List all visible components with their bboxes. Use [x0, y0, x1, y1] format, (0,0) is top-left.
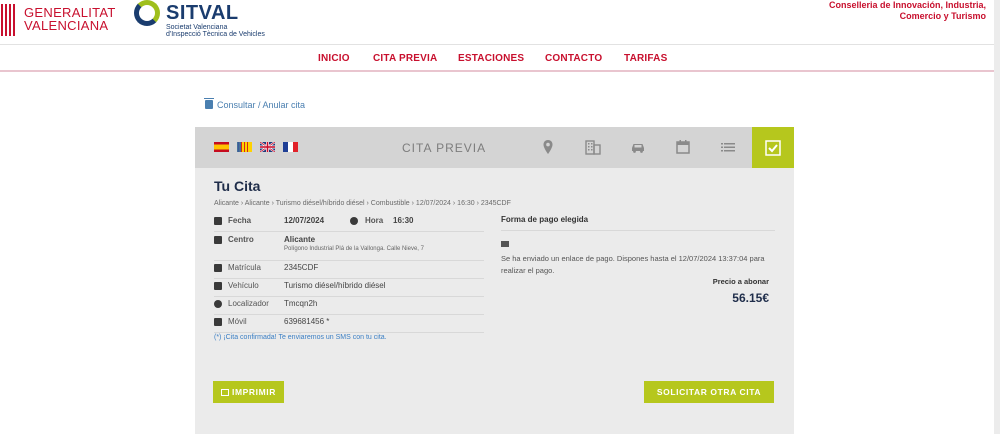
check-icon: [765, 140, 781, 156]
sitval-subtitle-2: d'Inspecció Tècnica de Vehicles: [166, 31, 265, 38]
cv-flag-icon[interactable]: [237, 142, 252, 152]
localizador-value: Tmcqn2h: [284, 299, 318, 308]
pago-title: Forma de pago elegida: [501, 215, 775, 231]
building-small-icon: [214, 236, 222, 244]
cita-breadcrumb: Alicante › Alicante › Turismo diésel/híb…: [214, 200, 511, 207]
matricula-value: 2345CDF: [284, 263, 319, 272]
hora-value: 16:30: [393, 216, 414, 225]
centro-label: Centro: [228, 235, 254, 244]
trash-icon: [204, 98, 214, 109]
solicitar-otra-cita-button[interactable]: SOLICITAR OTRA CITA: [644, 381, 774, 403]
location-icon[interactable]: [540, 139, 556, 155]
conselleria-line2: Comercio y Turismo: [899, 11, 986, 21]
gb-flag-icon[interactable]: [260, 142, 275, 152]
nav-item-inicio[interactable]: INICIO: [318, 53, 350, 64]
list-icon[interactable]: [720, 139, 736, 155]
sitval-subtitle-1: Societat Valenciana: [166, 24, 228, 31]
sitval-logo[interactable]: SITVAL Societat Valenciana d'Inspecció T…: [134, 0, 294, 40]
sitval-name: SITVAL: [166, 2, 239, 24]
movil-label: Móvil: [228, 317, 247, 326]
precio-value: 56.15€: [732, 291, 769, 305]
calendar-small-icon: [214, 217, 222, 225]
building-icon[interactable]: [585, 139, 601, 155]
printer-icon: [221, 389, 229, 396]
row-vehiculo: Vehículo Turismo diésel/híbrido diésel: [214, 279, 484, 297]
main-nav: INICIO CITA PREVIA ESTACIONES CONTACTO T…: [0, 44, 994, 72]
fecha-value: 12/07/2024: [284, 216, 325, 225]
cita-heading: Tu Cita: [214, 178, 261, 194]
generalitat-text: GENERALITAT VALENCIANA: [24, 6, 116, 32]
cita-panel: CITA PREVIA Tu Cita Alicante › Alicante …: [195, 127, 794, 434]
nav-item-contacto[interactable]: CONTACTO: [545, 53, 602, 64]
panel-title: CITA PREVIA: [402, 141, 487, 155]
nav-item-tarifas[interactable]: TARIFAS: [624, 53, 667, 64]
panel-header: CITA PREVIA: [195, 127, 794, 168]
generalitat-shield-icon: [0, 0, 18, 40]
matricula-label: Matrícula: [228, 263, 261, 272]
fecha-label: Fecha: [228, 216, 252, 225]
plate-icon: [214, 264, 222, 272]
nav-item-estaciones[interactable]: ESTACIONES: [458, 53, 524, 64]
movil-value: 639681456 *: [284, 317, 330, 326]
row-fecha: Fecha 12/07/2024 Hora 16:30: [214, 214, 484, 232]
centro-value: Alicante: [284, 235, 316, 244]
car-icon[interactable]: [630, 139, 646, 155]
fr-flag-icon[interactable]: [283, 142, 298, 152]
vehiculo-label: Vehículo: [228, 281, 259, 290]
generalitat-line2: VALENCIANA: [24, 18, 109, 33]
generalitat-logo[interactable]: GENERALITAT VALENCIANA: [0, 0, 120, 40]
car-small-icon: [214, 282, 222, 290]
clock-icon: [350, 217, 358, 225]
credit-card-icon: [501, 241, 509, 247]
pago-message: Se ha enviado un enlace de pago. Dispone…: [501, 254, 765, 275]
es-flag-icon[interactable]: [214, 142, 229, 152]
imprimir-button[interactable]: IMPRIMIR: [213, 381, 284, 403]
conselleria-title: Conselleria de Innovación, Industria, Co…: [829, 0, 986, 22]
row-movil: Móvil 639681456 *: [214, 315, 484, 333]
phone-icon: [214, 318, 222, 326]
step-confirmation[interactable]: [752, 127, 794, 168]
precio-label: Precio a abonar: [712, 277, 769, 286]
page: GENERALITAT VALENCIANA SITVAL Societat V…: [0, 0, 1000, 434]
vehiculo-value: Turismo diésel/híbrido diésel: [284, 281, 386, 290]
row-matricula: Matrícula 2345CDF: [214, 261, 484, 279]
conselleria-line1: Conselleria de Innovación, Industria,: [828, 0, 986, 10]
calendar-icon[interactable]: [675, 139, 691, 155]
centro-address: Polígono Industrial Plá de la Vallonga. …: [284, 246, 424, 252]
nav-item-cita-previa[interactable]: CITA PREVIA: [373, 53, 437, 64]
imprimir-label: IMPRIMIR: [232, 387, 276, 397]
sms-confirmation-note: (*) ¡Cita confirmada! Te enviaremos un S…: [214, 334, 387, 341]
hora-label: Hora: [365, 216, 384, 225]
payment-section: Forma de pago elegida Se ha enviado un e…: [501, 215, 775, 305]
sitval-emblem-icon: [134, 0, 160, 26]
localizador-label: Localizador: [228, 299, 269, 308]
info-icon: [214, 300, 222, 308]
scrollbar[interactable]: [994, 0, 1000, 434]
row-centro: Centro Alicante Polígono Industrial Plá …: [214, 233, 484, 261]
consultar-anular-link[interactable]: Consultar / Anular cita: [204, 98, 306, 110]
row-localizador: Localizador Tmcqn2h: [214, 297, 484, 315]
consultar-anular-label: Consultar / Anular cita: [217, 100, 306, 110]
